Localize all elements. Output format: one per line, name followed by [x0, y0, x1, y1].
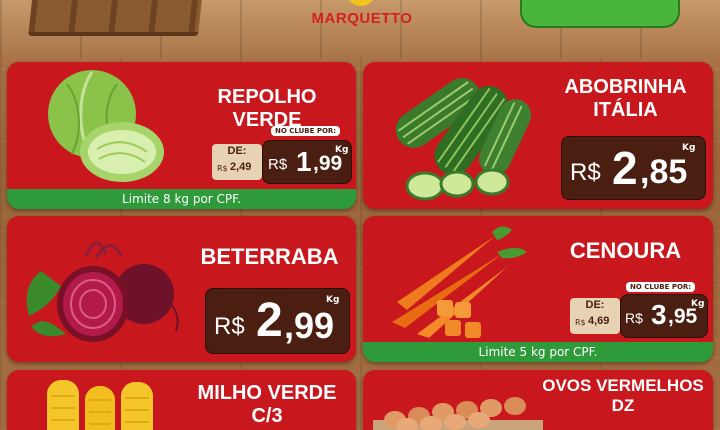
price-currency: R$	[214, 313, 245, 340]
product-title: BETERRABA	[200, 244, 339, 269]
de-value: 4,69	[588, 315, 610, 327]
carrot-icon	[392, 226, 527, 338]
product-card-milho[interactable]: MILHO VERDE C/3	[7, 370, 356, 430]
product-card-ovos[interactable]: OVOS VERMELHOS DZ	[363, 370, 713, 430]
top-banner: MARQUETTO	[0, 0, 720, 58]
price-decimal: ,99	[284, 305, 335, 346]
purchase-limit: Limite 5 kg por CPF.	[363, 342, 713, 362]
de-label: DE:	[227, 145, 247, 157]
logo-text: MARQUETTO	[311, 10, 413, 27]
price-box: R$ 2 ,99 Kg	[205, 288, 350, 354]
logo-emblem-icon	[346, 0, 376, 6]
product-title-line2: DZ	[611, 395, 635, 415]
product-title-line2: ITÁLIA	[593, 99, 658, 121]
product-title-line2: C/3	[251, 405, 283, 427]
price-integer: 2	[612, 142, 638, 194]
product-card-repolho[interactable]: REPOLHO VERDE NO CLUBE POR: DE: R$ 2,49 …	[7, 62, 356, 209]
price-unit: Kg	[335, 145, 349, 155]
club-price-box: R$ 1 ,99 Kg	[262, 140, 352, 184]
product-title-line1: OVOS VERMELHOS	[542, 376, 704, 395]
product-title-line1: MILHO VERDE	[197, 382, 337, 404]
de-currency: R$	[217, 164, 228, 173]
price-unit: Kg	[682, 143, 696, 153]
club-label: NO CLUBE POR:	[271, 126, 341, 136]
price-decimal: ,85	[640, 153, 688, 191]
product-card-cenoura[interactable]: CENOURA NO CLUBE POR: DE: R$ 4,69 R$ 3 ,…	[363, 216, 713, 362]
product-title-line1: ABOBRINHA	[564, 76, 687, 98]
beet-icon	[26, 241, 179, 342]
store-logo: MARQUETTO	[292, 0, 432, 30]
de-value: 2,49	[230, 161, 252, 173]
price-integer: 2	[256, 294, 283, 347]
club-price-box: R$ 3 ,95 Kg	[620, 294, 708, 338]
price-unit: Kg	[326, 295, 340, 305]
price-unit: Kg	[691, 299, 705, 309]
price-decimal: ,99	[313, 152, 343, 175]
price-currency: R$	[570, 159, 601, 186]
fair-badge-image	[520, 0, 680, 28]
purchase-limit: Limite 8 kg por CPF.	[7, 189, 356, 209]
price-currency: R$	[625, 310, 643, 326]
product-title: CENOURA	[569, 238, 682, 263]
de-label: DE:	[585, 299, 605, 311]
wooden-crate-image	[28, 0, 202, 36]
price-currency: R$	[268, 156, 288, 173]
price-box: R$ 2 ,85 Kg	[561, 136, 706, 200]
product-title: OVOS VERMELHOS DZ	[537, 376, 709, 415]
price-integer: 3	[651, 299, 667, 330]
product-title: MILHO VERDE C/3	[183, 382, 351, 428]
original-price-box: DE: R$ 4,69	[570, 298, 620, 334]
product-card-beterraba[interactable]: BETERRABA R$ 2 ,99 Kg	[7, 216, 356, 362]
cabbage-icon	[48, 70, 164, 182]
product-card-abobrinha[interactable]: ABOBRINHA ITÁLIA R$ 2 ,85 Kg	[363, 62, 713, 209]
product-title: ABOBRINHA ITÁLIA	[543, 76, 708, 122]
eggs-icon	[373, 397, 543, 430]
de-currency: R$	[575, 318, 586, 327]
price-integer: 1	[296, 146, 312, 177]
zucchini-icon	[395, 78, 532, 201]
corn-icon	[47, 380, 153, 430]
original-price-box: DE: R$ 2,49	[212, 144, 262, 180]
club-label: NO CLUBE POR:	[626, 282, 696, 292]
